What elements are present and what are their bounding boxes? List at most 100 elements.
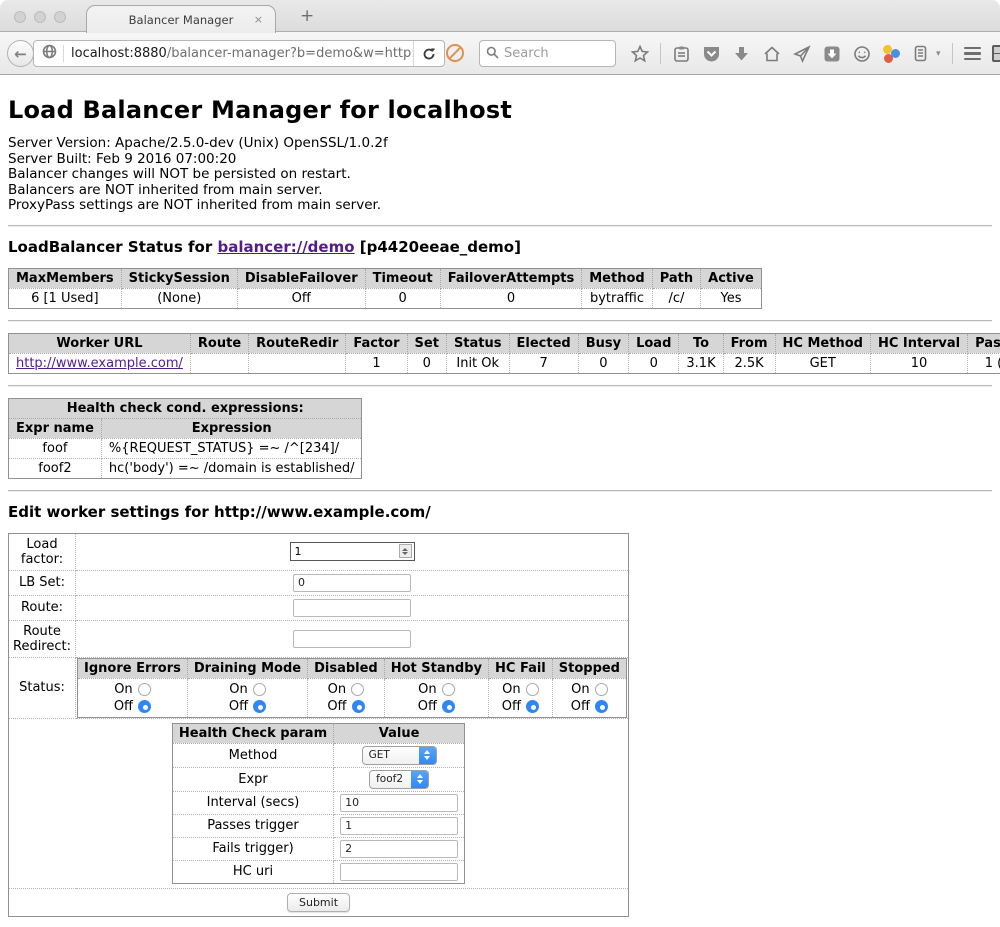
panel-download-icon[interactable] — [822, 44, 841, 63]
balancer-header-row: MaxMembers StickySession DisableFailover… — [9, 268, 762, 288]
col-factor: Factor — [346, 333, 407, 353]
expr-name-foof: foof — [9, 438, 102, 458]
worker-url-link[interactable]: http://www.example.com/ — [16, 356, 183, 371]
health-check-table: Health Check param Value Method GET — [172, 723, 465, 884]
tab-balancer-manager[interactable]: Balancer Manager × — [86, 5, 276, 33]
stopped-on-radio[interactable] — [595, 683, 608, 696]
hc-fails-row: Fails trigger) — [172, 837, 464, 860]
lb-set-input[interactable] — [293, 574, 411, 592]
balancer-demo-link[interactable]: balancer://demo — [217, 238, 354, 256]
load-factor-input[interactable]: 1 — [290, 542, 415, 561]
downloads-icon[interactable] — [732, 44, 751, 63]
menu-hamburger-icon[interactable] — [964, 47, 981, 61]
disabled-radios: On Off — [308, 678, 385, 717]
disabled-on-radio[interactable] — [351, 683, 364, 696]
col-hc-fail: HC Fail — [489, 658, 553, 678]
hc-fail-radios: On Off — [489, 678, 553, 717]
col-expr-name: Expr name — [9, 418, 102, 438]
hc-method-label: Method — [172, 743, 333, 767]
disabled-off-radio[interactable] — [352, 700, 365, 713]
col-set: Set — [407, 333, 446, 353]
hc-passes-input[interactable] — [340, 817, 458, 835]
new-tab-button[interactable]: + — [300, 6, 314, 26]
hc-passes-label: Passes trigger — [172, 814, 333, 837]
route-redirect-input[interactable] — [293, 630, 411, 648]
chevron-down-icon[interactable]: ▾ — [936, 49, 941, 59]
minimize-window-button[interactable] — [34, 11, 46, 23]
col-routeredir: RouteRedir — [249, 333, 346, 353]
site-identity-globe-icon[interactable] — [42, 44, 57, 63]
col-expression: Expression — [101, 418, 362, 438]
hc-method-row: Method GET — [172, 743, 464, 767]
send-tab-icon[interactable] — [792, 44, 811, 63]
hc-expr-select[interactable]: foof2 — [369, 770, 429, 789]
val-route — [190, 353, 248, 373]
divider — [8, 490, 992, 492]
zoom-window-button[interactable] — [54, 11, 66, 23]
route-input[interactable] — [293, 599, 411, 617]
col-to: To — [679, 333, 723, 353]
status-heading-suffix: [p4420eeae_demo] — [355, 238, 521, 256]
draining-mode-radios: On Off — [187, 678, 307, 717]
feedback-smiley-icon[interactable] — [852, 44, 871, 63]
hc-uri-label: HC uri — [172, 860, 333, 883]
stopped-off-radio[interactable] — [595, 700, 608, 713]
back-button[interactable]: ← — [7, 40, 34, 67]
worker-header-row: Worker URL Route RouteRedir Factor Set S… — [9, 333, 1000, 353]
col-hc-method: HC Method — [775, 333, 870, 353]
off-label: Off — [229, 698, 248, 715]
submit-row: Submit — [9, 888, 629, 916]
reload-button[interactable] — [413, 41, 444, 66]
ignore-errors-off-radio[interactable] — [138, 700, 151, 713]
search-input[interactable] — [504, 46, 604, 61]
col-method: Method — [582, 268, 652, 288]
tab-bar: Balancer Manager × + — [0, 0, 1000, 32]
url-text[interactable]: localhost:8880/balancer-manager?b=demo&w… — [71, 46, 413, 61]
col-stopped: Stopped — [552, 658, 626, 678]
window-controls[interactable] — [14, 11, 66, 23]
col-hc-value: Value — [334, 723, 465, 743]
val-hc-method: GET — [775, 353, 870, 373]
hc-uri-input[interactable] — [340, 863, 458, 881]
col-draining-mode: Draining Mode — [187, 658, 307, 678]
url-bar[interactable]: localhost:8880/balancer-manager?b=demo&w… — [33, 40, 445, 67]
number-spinner[interactable] — [399, 544, 412, 558]
hc-interval-input[interactable] — [340, 794, 458, 812]
hot-standby-off-radio[interactable] — [442, 700, 455, 713]
col-worker-url: Worker URL — [9, 333, 191, 353]
hc-fails-input[interactable] — [340, 840, 458, 858]
col-passes: Passes — [968, 333, 1000, 353]
content-blocked-icon[interactable] — [446, 44, 464, 62]
hc-method-select[interactable]: GET — [362, 746, 437, 765]
bookmark-star-icon[interactable] — [630, 44, 649, 63]
off-label: Off — [114, 698, 133, 715]
tab-close-icon[interactable]: × — [254, 13, 263, 26]
hc-fail-on-radio[interactable] — [526, 683, 539, 696]
expr-value-foof2: hc('body') =~ /domain is established/ — [101, 458, 362, 478]
draining-mode-on-radio[interactable] — [253, 683, 266, 696]
col-active: Active — [701, 268, 762, 288]
status-label: Status: — [9, 657, 76, 718]
hot-standby-radios: On Off — [384, 678, 488, 717]
draining-mode-off-radio[interactable] — [253, 700, 266, 713]
lb-set-row: LB Set: — [9, 570, 629, 595]
home-icon[interactable] — [762, 44, 781, 63]
val-method: bytraffic — [582, 288, 652, 308]
hot-standby-on-radio[interactable] — [442, 683, 455, 696]
hc-fail-off-radio[interactable] — [526, 700, 539, 713]
col-disabled: Disabled — [308, 658, 385, 678]
health-expressions-table: Health check cond. expressions: Expr nam… — [8, 398, 362, 479]
val-hc-interval: 10 — [870, 353, 967, 373]
ignore-errors-on-radio[interactable] — [138, 683, 151, 696]
pocket-icon[interactable] — [702, 44, 721, 63]
device-battery-icon[interactable] — [911, 44, 930, 63]
reading-list-icon[interactable] — [672, 44, 691, 63]
browser-window: Balancer Manager × + ← localhost:8880/ba… — [0, 0, 1000, 927]
off-label: Off — [327, 698, 346, 715]
tab-groups-grid-icon[interactable] — [992, 45, 1000, 62]
search-bar[interactable] — [479, 40, 616, 67]
server-built-line: Server Built: Feb 9 2016 07:00:20 — [8, 152, 992, 168]
submit-button[interactable]: Submit — [287, 893, 350, 912]
close-window-button[interactable] — [14, 11, 26, 23]
extension-colors-icon[interactable] — [882, 45, 900, 63]
